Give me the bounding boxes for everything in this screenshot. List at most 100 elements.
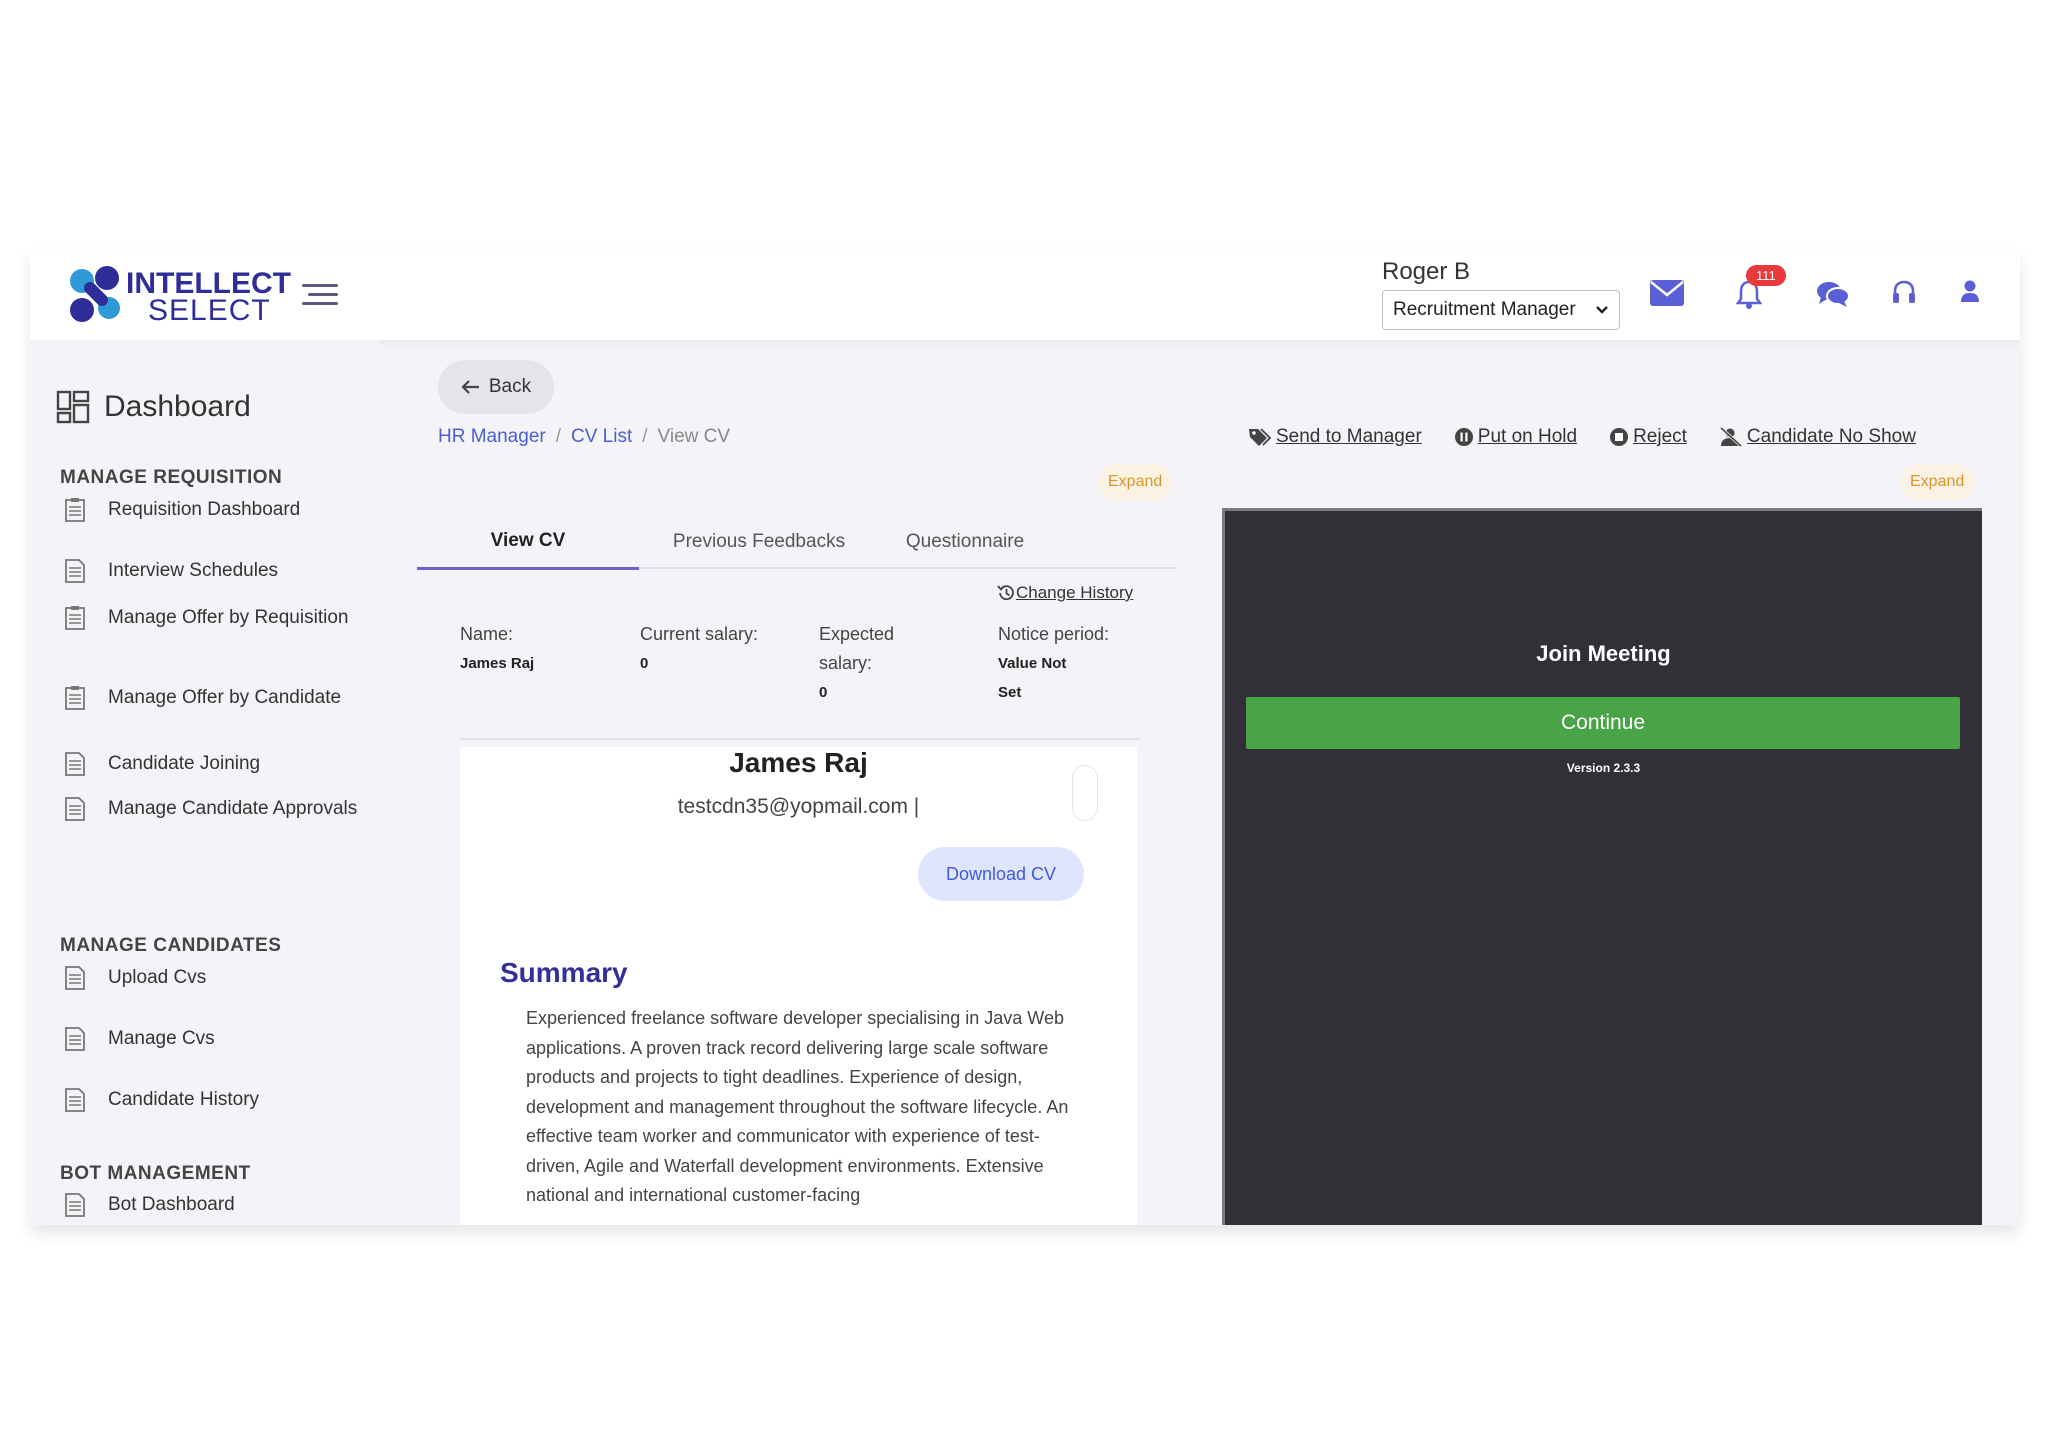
- sidebar-item-manage-candidate-approvals[interactable]: Manage Candidate Approvals: [64, 795, 364, 822]
- sidebar-item-label: Interview Schedules: [108, 560, 279, 581]
- tag-icon: [1249, 428, 1272, 446]
- expand-meeting-button[interactable]: Expand: [1900, 464, 1975, 500]
- document-icon: [65, 1026, 85, 1051]
- reject-label: Reject: [1633, 426, 1687, 447]
- sidebar-item-manage-offer-by-requisition[interactable]: Manage Offer by Requisition: [64, 604, 364, 631]
- version-label: Version 2.3.3: [1566, 761, 1641, 775]
- back-button[interactable]: Back: [438, 360, 554, 414]
- logo-line1: INTELLECT: [126, 267, 291, 300]
- document-icon: [65, 796, 85, 821]
- notice-period-label: Notice period:: [998, 624, 1110, 644]
- sidebar-item-label: Candidate History: [108, 1089, 260, 1110]
- notification-badge: 111: [1746, 265, 1786, 286]
- chevron-down-icon: [1596, 306, 1608, 314]
- sidebar-item-interview-schedules[interactable]: Interview Schedules: [64, 557, 364, 584]
- document-icon: [65, 497, 85, 522]
- send-to-manager-link[interactable]: Send to Manager: [1248, 426, 1422, 448]
- sidebar-item-label: Manage Offer by Requisition: [108, 607, 349, 628]
- sidebar-item-requisition-dashboard[interactable]: Requisition Dashboard: [64, 496, 364, 523]
- sidebar-item-label: Candidate Joining: [108, 753, 261, 774]
- tab-questionnaire[interactable]: Questionnaire: [885, 514, 1045, 569]
- current-salary-value: 0: [640, 655, 649, 672]
- change-history-label: Change History: [1016, 583, 1134, 602]
- candidate-no-show-label: Candidate No Show: [1746, 426, 1916, 447]
- notice-period-value: Value Not Set: [998, 655, 1067, 701]
- breadcrumb-hr-manager[interactable]: HR Manager: [438, 426, 546, 447]
- section-title-manage-candidates: MANAGE CANDIDATES: [60, 935, 282, 956]
- expected-salary-value: 0: [819, 684, 828, 701]
- sidebar-item-label: Requisition Dashboard: [108, 499, 301, 520]
- reject-link[interactable]: Reject: [1609, 426, 1687, 448]
- app-window: INTELLECT SELECT Roger B Recruitment Man…: [30, 250, 2020, 1225]
- download-cv-button[interactable]: Download CV: [918, 847, 1084, 901]
- breadcrumb-current: View CV: [657, 426, 731, 447]
- document-icon: [65, 558, 85, 583]
- sidebar-item-upload-cvs[interactable]: Upload Cvs: [64, 964, 364, 991]
- change-history-link[interactable]: Change History: [996, 583, 1133, 603]
- put-on-hold-link[interactable]: Put on Hold: [1454, 426, 1577, 448]
- sidebar-item-candidate-history[interactable]: Candidate History: [64, 1086, 364, 1113]
- cv-candidate-name: James Raj: [729, 747, 868, 778]
- sidebar-item-label: Manage Candidate Approvals: [108, 798, 358, 819]
- cv-candidate-email: testcdn35@yopmail.com |: [677, 795, 920, 818]
- sidebar-item-candidate-joining[interactable]: Candidate Joining: [64, 750, 364, 777]
- role-select[interactable]: Recruitment Manager: [1382, 290, 1620, 330]
- document-icon: [65, 605, 85, 630]
- cv-tabs: View CV Previous Feedbacks Questionnaire: [417, 514, 1177, 570]
- document-icon: [65, 685, 85, 710]
- candidate-no-show-link[interactable]: Candidate No Show: [1719, 426, 1916, 448]
- sidebar-item-label: Manage Cvs: [108, 1028, 215, 1049]
- name-label: Name:: [460, 624, 514, 644]
- put-on-hold-label: Put on Hold: [1477, 426, 1578, 447]
- sidebar: Dashboard MANAGE REQUISITION Requisition…: [30, 340, 380, 1225]
- headset-icon[interactable]: [1892, 280, 1916, 306]
- document-icon: [65, 965, 85, 990]
- sidebar-item-manage-cvs[interactable]: Manage Cvs: [64, 1025, 364, 1052]
- logo-line2: SELECT: [148, 294, 271, 327]
- sidebar-item-label: Manage Offer by Candidate: [108, 687, 342, 708]
- menu-toggle-icon[interactable]: [298, 280, 338, 308]
- dashboard-label: Dashboard: [104, 390, 251, 423]
- intellect-select-logo[interactable]: INTELLECT SELECT: [68, 264, 298, 326]
- arrow-left-icon: [461, 380, 479, 394]
- cv-summary-text: Experienced freelance software developer…: [526, 1008, 1069, 1205]
- expand-cv-button[interactable]: Expand: [1098, 464, 1173, 500]
- tab-previous-feedbacks[interactable]: Previous Feedbacks: [645, 514, 873, 569]
- sidebar-item-label: Bot Dashboard: [108, 1194, 235, 1215]
- document-icon: [65, 1192, 85, 1217]
- meeting-panel: Join Meeting Continue Version 2.3.3: [1222, 508, 1982, 1225]
- user-profile-icon[interactable]: [1960, 280, 1980, 304]
- section-title-bot-management: BOT MANAGEMENT: [60, 1163, 251, 1184]
- tab-view-cv[interactable]: View CV: [417, 514, 639, 570]
- section-title-manage-requisition: MANAGE REQUISITION: [60, 467, 283, 488]
- cv-summary-heading: Summary: [500, 957, 628, 988]
- breadcrumb: HR Manager / CV List / View CV: [438, 426, 731, 447]
- dashboard-grid-icon: [56, 390, 90, 424]
- breadcrumb-cv-list[interactable]: CV List: [571, 426, 632, 447]
- name-value: James Raj: [460, 655, 535, 672]
- chat-icon[interactable]: [1816, 280, 1850, 308]
- sidebar-item-manage-offer-by-candidate[interactable]: Manage Offer by Candidate: [64, 684, 364, 711]
- back-label: Back: [488, 376, 532, 397]
- join-meeting-title: Join Meeting: [1536, 641, 1671, 666]
- sidebar-item-bot-dashboard[interactable]: Bot Dashboard: [64, 1191, 364, 1218]
- sidebar-item-label: Upload Cvs: [108, 967, 207, 988]
- logo-mark-icon: [70, 266, 120, 322]
- candidate-actions: Send to Manager Put on Hold Reject Candi…: [1248, 426, 1916, 448]
- pause-circle-icon: [1454, 428, 1473, 446]
- user-name: Roger B: [1382, 258, 1471, 285]
- cv-document: James Raj testcdn35@yopmail.com | Downlo…: [460, 747, 1137, 1225]
- mail-icon[interactable]: [1650, 280, 1684, 306]
- send-to-manager-label: Send to Manager: [1276, 426, 1422, 447]
- continue-button[interactable]: Continue: [1246, 697, 1960, 749]
- document-icon: [65, 1087, 85, 1112]
- candidate-info: Name: James Raj Current salary: 0 Expect…: [460, 620, 1140, 740]
- stop-circle-icon: [1610, 428, 1629, 446]
- cv-photo-placeholder: [1072, 765, 1098, 821]
- expected-salary-label: Expected salary:: [819, 624, 895, 673]
- user-slash-icon: [1719, 427, 1742, 447]
- history-icon: [997, 585, 1014, 601]
- role-select-value: Recruitment Manager: [1393, 299, 1576, 320]
- top-header: INTELLECT SELECT Roger B Recruitment Man…: [30, 250, 2020, 340]
- sidebar-dashboard-link[interactable]: Dashboard: [56, 390, 251, 424]
